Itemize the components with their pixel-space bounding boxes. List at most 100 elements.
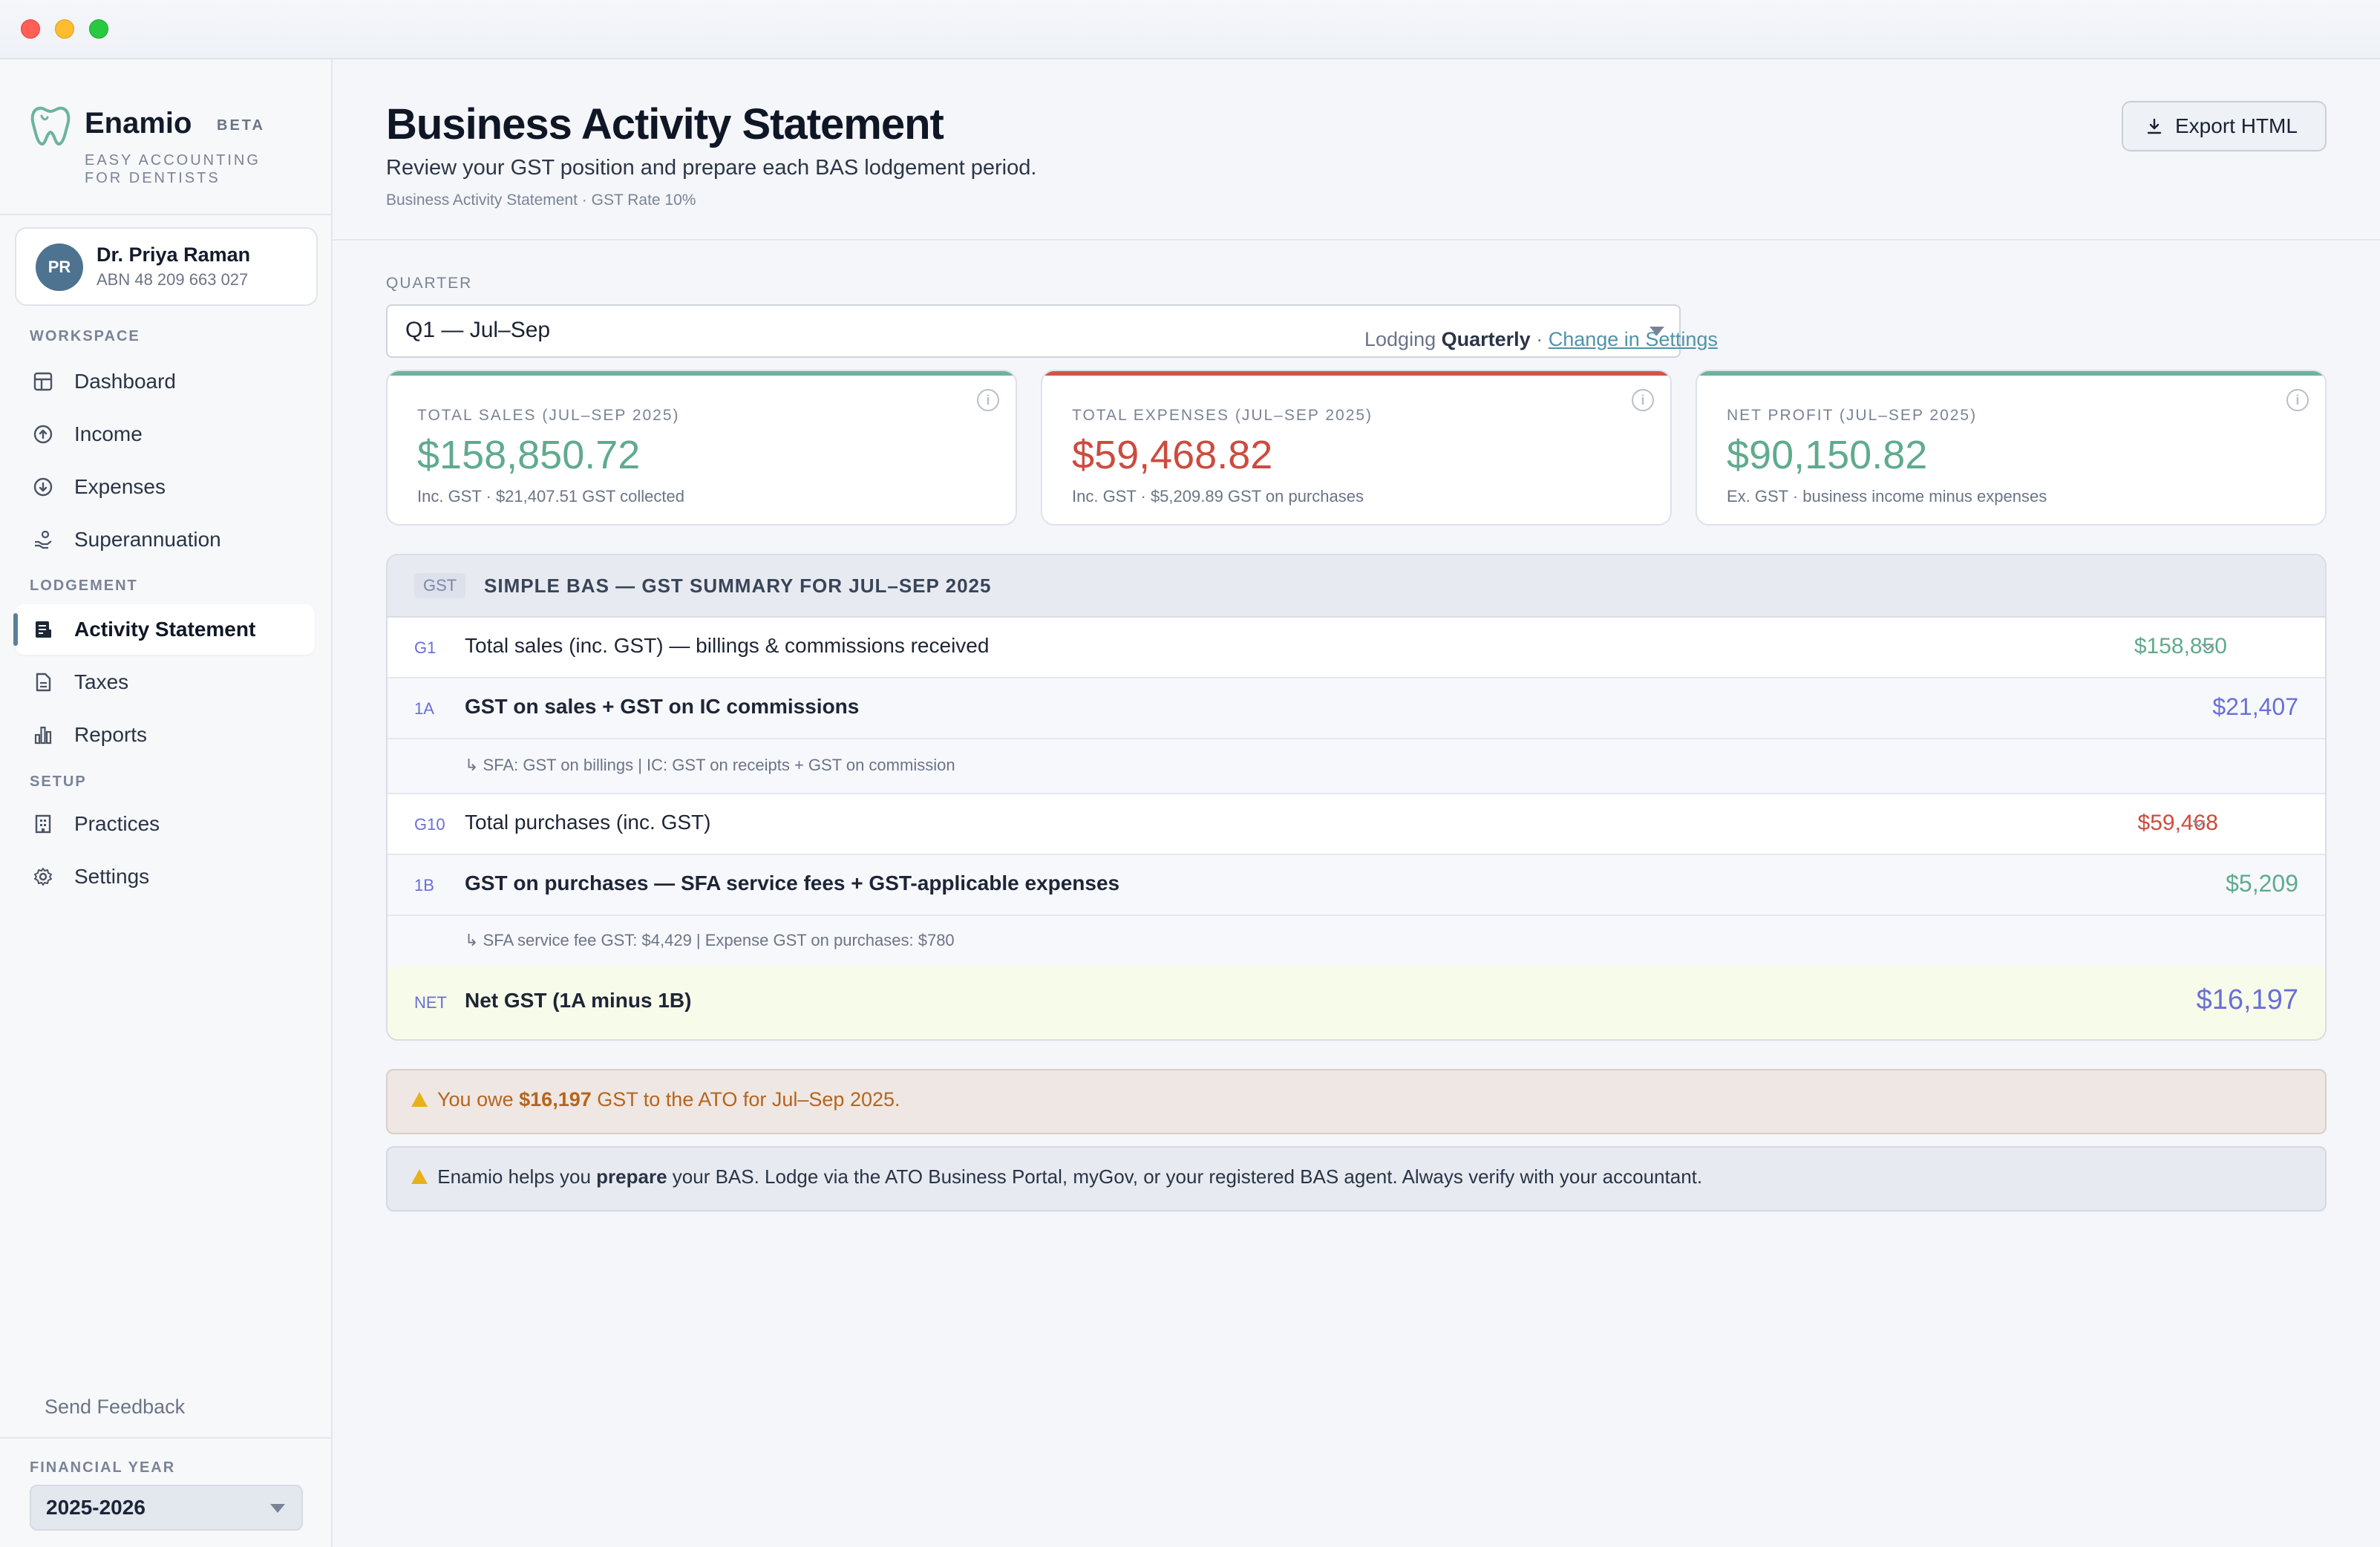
info-bold: prepare [596, 1165, 667, 1188]
section-label-workspace: WORKSPACE [30, 328, 140, 344]
bas-row-1a-detail: ↳ SFA: GST on billings | IC: GST on rece… [388, 739, 2325, 794]
alert-text: You owe $16,197 GST to the ATO for Jul–S… [411, 1088, 900, 1111]
change-in-settings-link[interactable]: Change in Settings [1549, 328, 1718, 350]
tooth-logo-icon [30, 106, 71, 145]
owe-suffix: GST to the ATO for Jul–Sep 2025. [597, 1088, 900, 1111]
bas-title: SIMPLE BAS — GST SUMMARY FOR JUL–SEP 202… [484, 575, 992, 597]
avatar: PR [36, 243, 83, 291]
bas-header: GST SIMPLE BAS — GST SUMMARY FOR JUL–SEP… [388, 555, 2325, 618]
sidebar-item-activity-statement[interactable]: Activity Statement [13, 604, 315, 655]
beta-badge: BETA [217, 117, 265, 134]
financial-year-value: 2025-2026 [46, 1496, 146, 1519]
download-icon [2147, 118, 2162, 134]
card-note: Inc. GST · $5,209.89 GST on purchases [1072, 487, 1364, 506]
arrow-up-circle-icon [33, 425, 53, 444]
user-card[interactable]: PR Dr. Priya Raman ABN 48 209 663 027 [15, 227, 318, 306]
total-expenses-card: i TOTAL EXPENSES (JUL–SEP 2025) $59,468.… [1041, 370, 1672, 526]
export-html-button[interactable]: Export HTML [2122, 101, 2327, 151]
sidebar: Enamio BETA EASY ACCOUNTING FOR DENTISTS… [0, 59, 333, 1547]
sidebar-item-income[interactable]: Income [15, 409, 315, 459]
row-code: 1B [414, 876, 434, 894]
row-amount: $5,209 [2226, 870, 2298, 897]
warning-icon [411, 1169, 428, 1184]
user-abn: ABN 48 209 663 027 [97, 270, 249, 289]
sidebar-divider [0, 214, 331, 215]
gear-icon [34, 868, 52, 886]
document-icon [36, 673, 51, 692]
sidebar-divider [0, 1437, 331, 1439]
warning-icon [411, 1092, 428, 1107]
card-accent [388, 371, 1016, 376]
info-prefix: Enamio helps you [437, 1165, 591, 1188]
sidebar-item-expenses[interactable]: Expenses [15, 462, 315, 512]
lodging-prefix: Lodging [1364, 328, 1436, 350]
sidebar-item-taxes[interactable]: Taxes [15, 657, 315, 707]
bas-row-g1[interactable]: G1 Total sales (inc. GST) — billings & c… [388, 618, 2325, 678]
bar-chart-icon [34, 726, 52, 745]
sidebar-item-reports[interactable]: Reports [15, 710, 315, 760]
page-meta: Business Activity Statement · GST Rate 1… [386, 192, 696, 209]
card-note: Ex. GST · business income minus expenses [1727, 487, 2047, 506]
close-window-button[interactable] [21, 19, 40, 39]
row-description: GST on sales + GST on IC commissions [465, 695, 860, 718]
send-feedback-link[interactable]: Send Feedback [45, 1396, 185, 1419]
quarter-label: QUARTER [386, 275, 473, 292]
bas-row-1b-detail: ↳ SFA service fee GST: $4,429 | Expense … [388, 916, 2325, 967]
sidebar-item-dashboard[interactable]: Dashboard [15, 356, 315, 407]
sidebar-item-label: Reports [74, 723, 148, 746]
info-icon[interactable]: i [2286, 389, 2309, 411]
maximize-window-button[interactable] [89, 19, 108, 39]
bas-row-g10[interactable]: G10 Total purchases (inc. GST) $59,468 [388, 794, 2325, 855]
card-label: NET PROFIT (JUL–SEP 2025) [1727, 407, 1978, 424]
row-code: G1 [414, 638, 437, 657]
sidebar-item-label: Expenses [74, 475, 166, 498]
export-button-label: Export HTML [2175, 114, 2298, 137]
row-amount: $16,197 [2196, 984, 2298, 1015]
owe-prefix: You owe [437, 1088, 514, 1111]
header-divider [333, 239, 2380, 241]
card-accent [1697, 371, 2325, 376]
row-code: G10 [414, 815, 445, 834]
sidebar-item-label: Settings [74, 865, 150, 888]
row-amount: $21,407 [2212, 693, 2298, 720]
sidebar-item-label: Dashboard [74, 370, 176, 393]
bas-summary-table: GST SIMPLE BAS — GST SUMMARY FOR JUL–SEP… [386, 554, 2327, 1041]
card-note: Inc. GST · $21,407.51 GST collected [417, 487, 684, 506]
building-icon [35, 814, 51, 834]
card-value: $158,850.72 [417, 433, 641, 477]
section-label-lodgement: LODGEMENT [30, 578, 138, 594]
gst-owed-alert: You owe $16,197 GST to the ATO for Jul–S… [386, 1069, 2327, 1134]
hand-coins-icon [35, 530, 52, 549]
gst-tag: GST [414, 573, 466, 598]
sidebar-item-superannuation[interactable]: Superannuation [15, 514, 315, 565]
card-value: $90,150.82 [1727, 433, 1928, 477]
row-detail: ↳ SFA: GST on billings | IC: GST on rece… [465, 756, 955, 774]
card-label: TOTAL SALES (JUL–SEP 2025) [417, 407, 680, 424]
row-detail: ↳ SFA service fee GST: $4,429 | Expense … [465, 931, 955, 949]
row-amount: $59,468 [2137, 811, 2218, 835]
sidebar-item-practices[interactable]: Practices [15, 799, 315, 849]
row-description: Net GST (1A minus 1B) [465, 989, 692, 1012]
bas-row-net: NET Net GST (1A minus 1B) $16,197 [388, 967, 2325, 1039]
page-subtitle: Review your GST position and prepare eac… [386, 156, 1037, 180]
document-list-icon [36, 621, 51, 638]
minimize-window-button[interactable] [55, 19, 74, 39]
lodging-separator: · [1536, 328, 1543, 350]
active-indicator [13, 613, 18, 646]
card-value: $59,468.82 [1072, 433, 1273, 477]
info-icon[interactable]: i [977, 389, 999, 411]
financial-year-select[interactable]: 2025-2026 [30, 1485, 303, 1531]
info-icon[interactable]: i [1632, 389, 1654, 411]
alert-text: Enamio helps you prepare your BAS. Lodge… [411, 1165, 1702, 1188]
row-code: NET [414, 993, 447, 1012]
lodging-frequency: Lodging Quarterly · Change in Settings [1364, 328, 1718, 351]
section-label-setup: SETUP [30, 774, 87, 790]
window-titlebar [0, 0, 2380, 59]
sidebar-item-settings[interactable]: Settings [15, 851, 315, 902]
quarter-value: Q1 — Jul–Sep [405, 318, 551, 342]
brand-tagline: EASY ACCOUNTING FOR DENTISTS [85, 152, 261, 186]
row-description: Total sales (inc. GST) — billings & comm… [465, 634, 990, 657]
lodging-value: Quarterly [1441, 328, 1531, 350]
row-description: GST on purchases — SFA service fees + GS… [465, 871, 1120, 894]
page-title: Business Activity Statement [386, 100, 944, 148]
